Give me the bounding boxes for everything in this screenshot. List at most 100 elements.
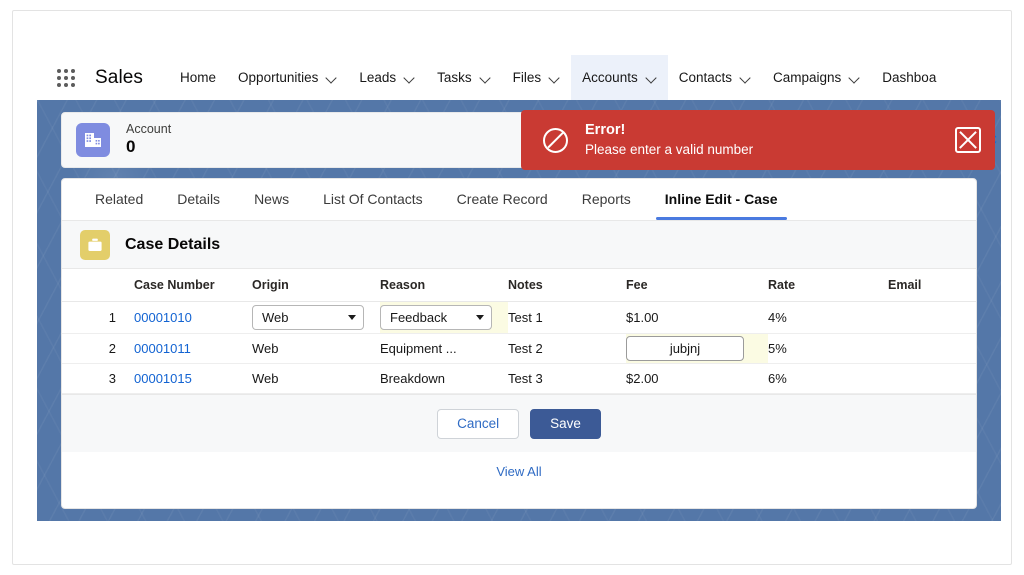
chevron-down-icon[interactable] [481, 73, 491, 83]
fee-cell: $2.00 [626, 363, 768, 394]
fee-cell [626, 333, 768, 364]
notes-cell: Test 2 [508, 333, 626, 364]
tab-related[interactable]: Related [78, 179, 160, 220]
case-number-cell: 00001010 [134, 301, 252, 334]
column-header-label: Notes [508, 278, 543, 292]
reason-cell: Equipment ... [380, 333, 508, 364]
table-body: 1 00001010 Web Feedback Test 1 $1.00 4% 2 000010… [62, 301, 976, 394]
record-detail-card: Related Details News List Of Contacts Create… [61, 178, 977, 509]
nav-item-campaigns[interactable]: Campaigns [762, 55, 871, 100]
case-number-cell: 00001011 [134, 333, 252, 364]
nav-item-label: Dashboa [882, 70, 937, 85]
nav-item-opportunities[interactable]: Opportunities [227, 55, 348, 100]
case-briefcase-icon [80, 229, 110, 260]
chevron-down-icon[interactable] [741, 73, 751, 83]
reason-value: Breakdown [380, 371, 446, 386]
row-index: 3 [62, 363, 134, 394]
save-button[interactable]: Save [530, 408, 601, 439]
error-toast: Error! Please enter a valid number [521, 110, 995, 170]
app-name-label: Sales [95, 66, 144, 88]
account-building-icon [76, 123, 110, 157]
nav-item-home[interactable]: Home [169, 55, 227, 100]
cancel-button[interactable]: Cancel [437, 408, 520, 439]
column-header-label: Email [888, 278, 922, 292]
fee-value: $1.00 [626, 310, 659, 325]
notes-cell: Test 1 [508, 301, 626, 334]
tab-inline-edit-case[interactable]: Inline Edit - Case [648, 179, 795, 220]
column-header-fee: Fee [626, 269, 768, 302]
chevron-down-icon[interactable] [850, 73, 860, 83]
tab-news[interactable]: News [237, 179, 306, 220]
nav-item-label: Campaigns [772, 70, 842, 85]
record-meta: Account 0 [126, 122, 171, 158]
nav-item-label: Accounts [582, 70, 638, 85]
reason-select[interactable]: Feedback [380, 305, 492, 330]
email-cell [888, 333, 976, 364]
tab-label: Create Record [456, 191, 548, 207]
case-number-cell: 00001015 [134, 363, 252, 394]
nav-item-label: Home [180, 70, 217, 85]
tab-label: Related [95, 191, 144, 207]
record-name: 0 [126, 137, 136, 157]
chevron-down-icon[interactable] [348, 315, 356, 320]
fee-input[interactable] [626, 336, 744, 361]
case-number-link[interactable]: 00001010 [134, 310, 192, 325]
tab-label: News [254, 191, 290, 207]
case-number-link[interactable]: 00001011 [134, 341, 191, 356]
tab-details[interactable]: Details [160, 179, 237, 220]
chevron-down-icon[interactable] [550, 73, 560, 83]
nav-item-label: Leads [359, 70, 397, 85]
app-launcher-grid-icon[interactable] [57, 68, 79, 87]
tab-label: List Of Contacts [323, 191, 423, 207]
column-header-label: Fee [626, 278, 648, 292]
error-text-block: Error! Please enter a valid number [585, 121, 955, 158]
email-cell [888, 301, 976, 334]
nav-item-dashboa[interactable]: Dashboa [871, 55, 947, 100]
nav-item-label: Files [512, 70, 542, 85]
column-header-origin: Origin [252, 269, 380, 302]
column-header-label: Case Number [134, 278, 215, 292]
chevron-down-icon[interactable] [476, 315, 484, 320]
reason-value: Equipment ... [380, 341, 457, 356]
view-all-row: View All [62, 452, 976, 490]
column-header-label: Reason [380, 278, 426, 292]
chevron-down-icon[interactable] [405, 73, 415, 83]
origin-value: Web [252, 371, 279, 386]
rate-cell: 4% [768, 301, 888, 334]
reason-cell: Breakdown [380, 363, 508, 394]
chevron-down-icon[interactable] [647, 73, 657, 83]
reason-selected-value: Feedback [390, 310, 448, 325]
nav-item-label: Contacts [678, 70, 732, 85]
column-header-case-number: Case Number [134, 269, 252, 302]
nav-item-leads[interactable]: Leads [348, 55, 426, 100]
nav-item-tasks[interactable]: Tasks [426, 55, 502, 100]
nav-item-files[interactable]: Files [502, 55, 572, 100]
chevron-down-icon[interactable] [327, 73, 337, 83]
nav-item-list: Home Opportunities Leads Tasks Files Accounts… [169, 55, 947, 100]
email-cell [888, 363, 976, 394]
notes-cell: Test 3 [508, 363, 626, 394]
rate-cell: 6% [768, 363, 888, 394]
close-x-icon[interactable] [955, 127, 981, 153]
nav-item-accounts[interactable]: Accounts [571, 55, 668, 100]
column-header-reason: Reason [380, 269, 508, 302]
error-prohibition-icon [543, 127, 568, 153]
record-tab-bar: Related Details News List Of Contacts Create… [62, 179, 976, 221]
column-header-notes: Notes [508, 269, 626, 302]
column-header-rate: Rate [768, 269, 888, 302]
tab-reports[interactable]: Reports [565, 179, 648, 220]
case-number-link[interactable]: 00001015 [134, 371, 192, 386]
nav-item-contacts[interactable]: Contacts [668, 55, 762, 100]
origin-select[interactable]: Web [252, 305, 364, 330]
nav-item-label: Tasks [437, 70, 472, 85]
section-title: Case Details [125, 235, 221, 253]
error-title: Error! [585, 122, 626, 139]
origin-cell: Web [252, 301, 380, 334]
tab-list-of-contacts[interactable]: List Of Contacts [306, 179, 440, 220]
tab-create-record[interactable]: Create Record [440, 179, 565, 220]
browser-page-frame: Sales Home Opportunities Leads Tasks Files Ac… [12, 10, 1012, 565]
view-all-link[interactable]: View All [496, 464, 541, 479]
table-row: 1 00001010 Web Feedback Test 1 $1.00 4% [62, 301, 976, 334]
case-table: Case Number Origin Reason Notes Fee Rate Email… [62, 269, 976, 394]
origin-cell: Web [252, 363, 380, 394]
